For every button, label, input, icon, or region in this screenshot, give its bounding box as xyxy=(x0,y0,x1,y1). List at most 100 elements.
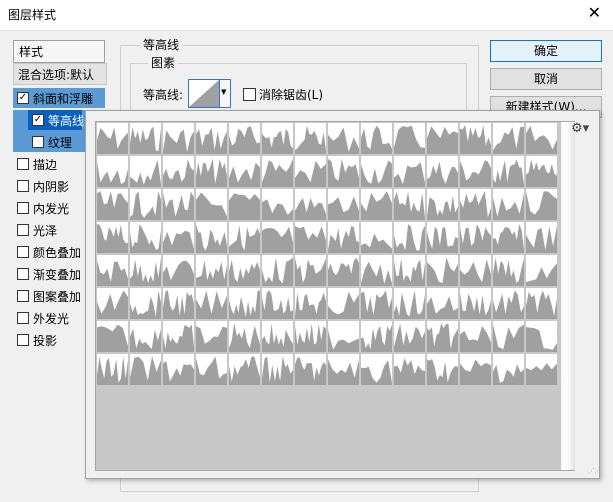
contour-preset-thumbnail[interactable] xyxy=(361,156,392,187)
contour-preset-thumbnail[interactable] xyxy=(196,123,227,154)
contour-preset-thumbnail[interactable] xyxy=(163,222,194,253)
contour-preset-thumbnail[interactable] xyxy=(196,255,227,286)
contour-preset-thumbnail[interactable] xyxy=(229,321,260,352)
contour-preset-thumbnail[interactable] xyxy=(394,156,425,187)
checkbox-icon[interactable] xyxy=(17,246,29,258)
contour-preset-thumbnail[interactable] xyxy=(130,123,161,154)
contour-preset-thumbnail[interactable] xyxy=(97,321,128,352)
contour-preset-thumbnail[interactable] xyxy=(229,222,260,253)
contour-preset-thumbnail[interactable] xyxy=(262,222,293,253)
contour-preset-thumbnail[interactable] xyxy=(460,354,491,385)
contour-preset-thumbnail[interactable] xyxy=(295,288,326,319)
contour-preset-thumbnail[interactable] xyxy=(427,255,458,286)
contour-preset-thumbnail[interactable] xyxy=(295,354,326,385)
contour-preset-thumbnail[interactable] xyxy=(97,123,128,154)
contour-preset-thumbnail[interactable] xyxy=(295,189,326,220)
contour-preset-thumbnail[interactable] xyxy=(130,321,161,352)
contour-preset-thumbnail[interactable] xyxy=(394,222,425,253)
contour-preset-thumbnail[interactable] xyxy=(328,255,359,286)
contour-preset-thumbnail[interactable] xyxy=(328,156,359,187)
contour-preset-thumbnail[interactable] xyxy=(196,189,227,220)
contour-preset-thumbnail[interactable] xyxy=(394,288,425,319)
style-item-texture[interactable]: 纹理 xyxy=(28,132,82,152)
contour-preset-thumbnail[interactable] xyxy=(163,123,194,154)
contour-preset-thumbnail[interactable] xyxy=(361,354,392,385)
contour-preset-thumbnail[interactable] xyxy=(328,222,359,253)
contour-preset-thumbnail[interactable] xyxy=(526,189,557,220)
contour-preset-thumbnail[interactable] xyxy=(460,255,491,286)
contour-preset-thumbnail[interactable] xyxy=(493,288,524,319)
contour-preset-thumbnail[interactable] xyxy=(262,156,293,187)
contour-preset-thumbnail[interactable] xyxy=(493,321,524,352)
contour-preset-thumbnail[interactable] xyxy=(361,255,392,286)
contour-preset-thumbnail[interactable] xyxy=(262,321,293,352)
contour-preset-thumbnail[interactable] xyxy=(196,354,227,385)
contour-preset-thumbnail[interactable] xyxy=(130,255,161,286)
contour-preset-thumbnail[interactable] xyxy=(427,354,458,385)
contour-preset-thumbnail[interactable] xyxy=(493,354,524,385)
contour-preset-thumbnail[interactable] xyxy=(130,156,161,187)
contour-preset-thumbnail[interactable] xyxy=(328,354,359,385)
cancel-button[interactable]: 取消 xyxy=(490,68,602,90)
checkbox-icon[interactable] xyxy=(17,312,29,324)
contour-preset-thumbnail[interactable] xyxy=(262,123,293,154)
contour-preset-thumbnail[interactable] xyxy=(394,189,425,220)
checkbox-icon[interactable] xyxy=(17,180,29,192)
contour-preset-thumbnail[interactable] xyxy=(295,123,326,154)
contour-preset-thumbnail[interactable] xyxy=(328,321,359,352)
contour-preset-thumbnail[interactable] xyxy=(394,255,425,286)
contour-preset-thumbnail[interactable] xyxy=(163,288,194,319)
contour-preset-thumbnail[interactable] xyxy=(361,288,392,319)
contour-preset-thumbnail[interactable] xyxy=(427,321,458,352)
contour-preset-thumbnail[interactable] xyxy=(460,288,491,319)
contour-preset-thumbnail[interactable] xyxy=(229,288,260,319)
gear-icon[interactable]: ⚙▾ xyxy=(571,121,589,136)
checkbox-icon[interactable] xyxy=(17,334,29,346)
ok-button[interactable]: 确定 xyxy=(490,40,602,62)
contour-preset-thumbnail[interactable] xyxy=(130,354,161,385)
checkbox-icon[interactable] xyxy=(17,158,29,170)
contour-preset-thumbnail[interactable] xyxy=(97,222,128,253)
checkbox-icon[interactable] xyxy=(17,224,29,236)
contour-preset-thumbnail[interactable] xyxy=(163,189,194,220)
checkbox-icon[interactable]: ✓ xyxy=(32,114,44,126)
contour-preset-thumbnail[interactable] xyxy=(163,354,194,385)
contour-preset-thumbnail[interactable] xyxy=(526,354,557,385)
contour-preset-thumbnail[interactable] xyxy=(163,255,194,286)
contour-preset-thumbnail[interactable] xyxy=(493,189,524,220)
contour-preset-thumbnail[interactable] xyxy=(163,156,194,187)
contour-preset-thumbnail[interactable] xyxy=(361,321,392,352)
checkbox-icon[interactable] xyxy=(32,136,44,148)
contour-preset-thumbnail[interactable] xyxy=(460,156,491,187)
style-item-contour[interactable]: ✓ 等高线 xyxy=(28,110,84,130)
contour-preset-thumbnail[interactable] xyxy=(361,189,392,220)
contour-preset-thumbnail[interactable] xyxy=(196,156,227,187)
contour-preset-thumbnail[interactable] xyxy=(229,156,260,187)
contour-preset-thumbnail[interactable] xyxy=(526,156,557,187)
contour-preset-thumbnail[interactable] xyxy=(526,123,557,154)
contour-preset-thumbnail[interactable] xyxy=(394,354,425,385)
checkbox-icon[interactable] xyxy=(17,202,29,214)
contour-preset-thumbnail[interactable] xyxy=(427,123,458,154)
contour-preset-thumbnail[interactable] xyxy=(130,222,161,253)
contour-preset-thumbnail[interactable] xyxy=(427,156,458,187)
contour-preset-thumbnail[interactable] xyxy=(229,354,260,385)
contour-preset-thumbnail[interactable] xyxy=(295,255,326,286)
contour-preset-thumbnail[interactable] xyxy=(328,123,359,154)
contour-preset-thumbnail[interactable] xyxy=(196,288,227,319)
contour-preset-thumbnail[interactable] xyxy=(229,189,260,220)
contour-preset-thumbnail[interactable] xyxy=(97,255,128,286)
styles-header[interactable]: 样式 xyxy=(13,40,105,63)
contour-preset-thumbnail[interactable] xyxy=(493,123,524,154)
contour-preset-thumbnail[interactable] xyxy=(130,189,161,220)
contour-preset-thumbnail[interactable] xyxy=(97,354,128,385)
blending-options-item[interactable]: 混合选项:默认 xyxy=(13,63,107,85)
contour-preset-thumbnail[interactable] xyxy=(361,222,392,253)
contour-preset-thumbnail[interactable] xyxy=(460,123,491,154)
contour-preset-thumbnail[interactable] xyxy=(295,222,326,253)
style-item-bevel-emboss[interactable]: ✓ 斜面和浮雕 xyxy=(13,88,105,108)
contour-preset-thumbnail[interactable] xyxy=(394,321,425,352)
contour-preset-thumbnail[interactable] xyxy=(460,189,491,220)
contour-preset-thumbnail[interactable] xyxy=(361,123,392,154)
antialias-checkbox[interactable] xyxy=(243,88,256,101)
